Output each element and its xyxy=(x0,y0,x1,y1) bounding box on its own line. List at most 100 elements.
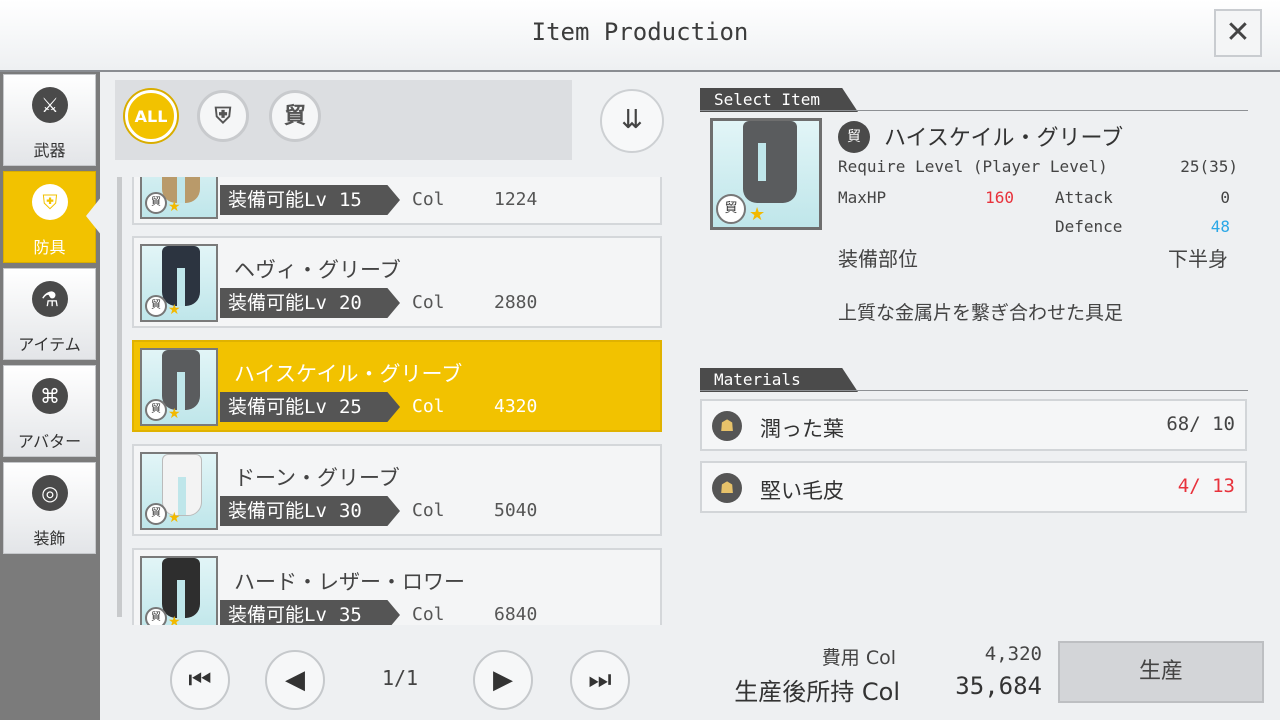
col-label: Col xyxy=(412,189,445,210)
chest-armor-icon: ⛨ xyxy=(214,104,232,129)
last-page-button[interactable]: ⏭ xyxy=(570,650,630,710)
armor-icon: ⛨ xyxy=(32,184,68,220)
item-name: ハード・レザー・ロワー xyxy=(234,570,465,594)
level-bar: 装備可能Lv 15 xyxy=(220,185,400,215)
attack-label: Attack xyxy=(1055,188,1113,207)
list-item[interactable]: 貿 ★ ヘヴィ・グリーブ 装備可能Lv 20 Col 2880 xyxy=(132,236,662,328)
close-button[interactable]: ✕ xyxy=(1214,9,1262,57)
produce-button[interactable]: 生産 xyxy=(1058,641,1264,703)
list-item[interactable]: 貿 ★ ドーン・グリーブ 装備可能Lv 30 Col 5040 xyxy=(132,444,662,536)
material-name: 潤った葉 xyxy=(760,417,844,441)
pants-icon xyxy=(162,246,200,306)
maxhp-label: MaxHP xyxy=(838,188,887,207)
pants-icon xyxy=(743,121,797,203)
slot-value: 下半身 xyxy=(1168,247,1228,271)
skip-first-icon: ⏮ xyxy=(188,665,212,695)
filter-all-button[interactable]: ALL xyxy=(125,90,177,142)
pants-icon xyxy=(162,350,200,410)
tab-avatar[interactable]: ⌘ アバター xyxy=(3,365,96,457)
after-production-value: 35,684 xyxy=(955,672,1042,700)
tab-label: アイテム xyxy=(18,335,81,354)
star-icon: ★ xyxy=(168,614,181,625)
filter-legs-button[interactable]: 貿 xyxy=(269,90,321,142)
leg-armor-icon: 貿 xyxy=(145,295,167,317)
tab-label: アバター xyxy=(17,432,82,451)
item-thumbnail: 貿 ★ xyxy=(140,348,218,426)
next-page-button[interactable]: ▶ xyxy=(473,650,533,710)
cost-label: 費用 Col xyxy=(821,647,896,669)
tab-weapons[interactable]: ⚔ 武器 xyxy=(3,74,96,166)
coat-icon: ⌘ xyxy=(32,378,68,414)
star-icon: ★ xyxy=(749,204,766,225)
prev-page-button[interactable]: ◀ xyxy=(265,650,325,710)
col-value: 2880 xyxy=(494,292,538,313)
section-divider xyxy=(700,390,1248,391)
sort-icon: ⇊ xyxy=(621,105,643,135)
after-production-label: 生産後所持 Col xyxy=(734,678,900,706)
tab-label: 防具 xyxy=(33,238,66,257)
pants-icon xyxy=(162,558,200,618)
skip-last-icon: ⏭ xyxy=(588,665,612,695)
item-thumbnail: 貿 ★ xyxy=(140,452,218,530)
leg-armor-icon: 貿 xyxy=(145,192,167,214)
item-name: ハイスケイル・グリーブ xyxy=(234,362,463,386)
select-item-header: Select Item xyxy=(700,88,858,112)
leg-armor-icon: 貿 xyxy=(283,104,306,129)
item-thumbnail: 貿 ★ xyxy=(140,177,218,219)
sort-button[interactable]: ⇊ xyxy=(600,89,664,153)
item-name: ヘヴィ・グリーブ xyxy=(234,258,401,282)
col-value: 5040 xyxy=(494,500,538,521)
page-title: Item Production xyxy=(531,18,749,46)
tab-label: 武器 xyxy=(33,141,66,160)
item-name: ドーン・グリーブ xyxy=(234,466,400,490)
leg-armor-icon: 貿 xyxy=(716,194,746,224)
level-bar: 装備可能Lv 35 xyxy=(220,600,400,625)
bag-icon: ☗ xyxy=(712,411,742,441)
leg-armor-icon: 貿 xyxy=(145,399,167,421)
col-label: Col xyxy=(412,500,445,521)
star-icon: ★ xyxy=(168,406,181,422)
filter-chest-button[interactable]: ⛨ xyxy=(197,90,249,142)
item-thumbnail: 貿 ★ xyxy=(140,244,218,322)
item-description: 上質な金属片を繋ぎ合わせた具足 xyxy=(838,302,1124,324)
section-divider xyxy=(700,110,1248,111)
chevron-right-icon: ▶ xyxy=(493,665,513,695)
attack-value: 0 xyxy=(1220,188,1230,207)
first-page-button[interactable]: ⏮ xyxy=(170,650,230,710)
filter-bar: ALL ⛨ 貿 xyxy=(115,80,572,160)
materials-header: Materials xyxy=(700,368,858,392)
star-icon: ★ xyxy=(168,302,181,318)
active-tab-pointer xyxy=(86,196,102,236)
pants-icon xyxy=(162,454,202,516)
material-row: ☗ 潤った葉 68/ 10 xyxy=(700,399,1247,451)
selected-item-thumbnail: 貿 ★ xyxy=(710,118,822,230)
category-sidebar: ⚔ 武器 ⛨ 防具 ⚗ アイテム ⌘ アバター ◎ 装飾 xyxy=(0,72,100,720)
leg-armor-icon: 貿 xyxy=(838,121,870,153)
level-bar: 装備可能Lv 25 xyxy=(220,392,400,422)
require-level-label: Require Level (Player Level) xyxy=(838,157,1108,176)
maxhp-value: 160 xyxy=(985,188,1014,207)
level-bar: 装備可能Lv 20 xyxy=(220,288,400,318)
list-item-selected[interactable]: 貿 ★ ハイスケイル・グリーブ 装備可能Lv 25 Col 4320 xyxy=(132,340,662,432)
item-list: 貿 ★ 装備可能Lv 15 Col 1224 貿 ★ ヘヴィ・グリーブ 装備可能Lv… xyxy=(115,177,670,625)
potion-icon: ⚗ xyxy=(32,281,68,317)
star-icon: ★ xyxy=(168,510,181,526)
level-bar: 装備可能Lv 30 xyxy=(220,496,400,526)
require-level-value: 25(35) xyxy=(1180,157,1238,176)
col-value: 1224 xyxy=(494,189,538,210)
sword-icon: ⚔ xyxy=(32,87,68,123)
cost-value: 4,320 xyxy=(984,643,1042,665)
list-item[interactable]: 貿 ★ 装備可能Lv 15 Col 1224 xyxy=(132,177,662,225)
tab-armor[interactable]: ⛨ 防具 xyxy=(3,171,96,263)
chevron-left-icon: ◀ xyxy=(285,665,305,695)
col-label: Col xyxy=(412,604,445,625)
col-label: Col xyxy=(412,292,445,313)
list-item[interactable]: 貿 ★ ハード・レザー・ロワー 装備可能Lv 35 Col 6840 xyxy=(132,548,662,625)
tab-items[interactable]: ⚗ アイテム xyxy=(3,268,96,360)
material-count-insufficient: 4/ 13 xyxy=(1177,475,1235,497)
tab-accessory[interactable]: ◎ 装飾 xyxy=(3,462,96,554)
material-count: 68/ 10 xyxy=(1166,413,1235,435)
page-indicator: 1/1 xyxy=(381,666,419,690)
defence-label: Defence xyxy=(1055,217,1123,236)
col-label: Col xyxy=(412,396,445,417)
